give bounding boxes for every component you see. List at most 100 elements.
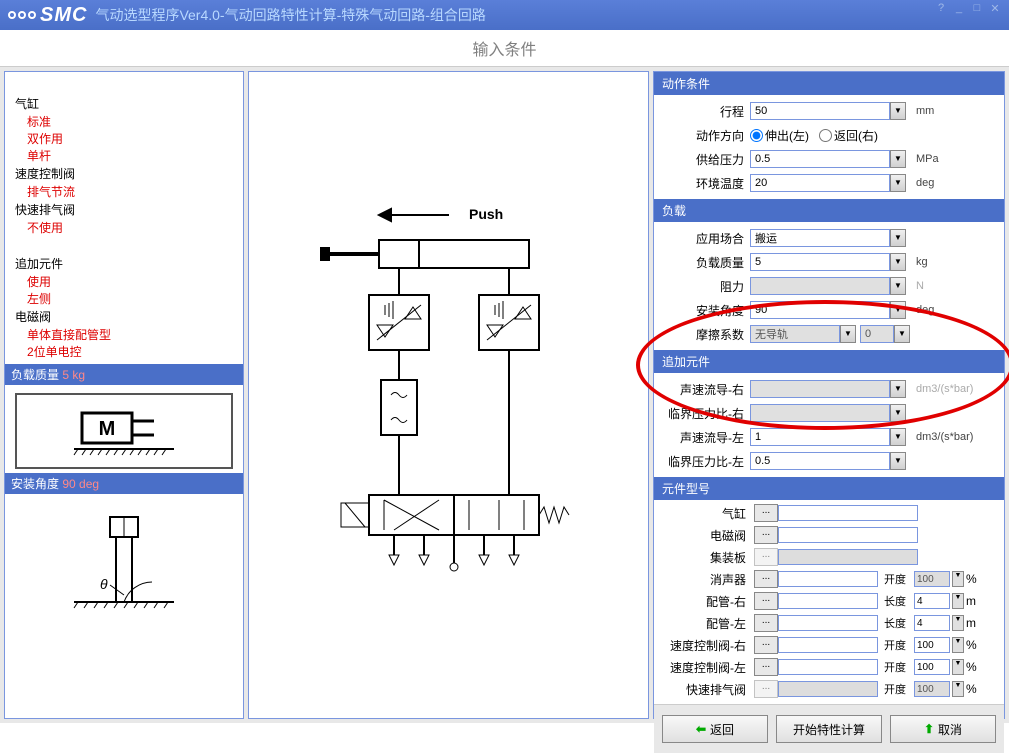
mass-input[interactable] <box>750 253 890 271</box>
temp-input[interactable] <box>750 174 890 192</box>
m-speed-r-label: 速度控制阀-右 <box>664 637 750 654</box>
temp-unit: deg <box>906 177 934 189</box>
tree-solenoid: 电磁阀 <box>15 307 233 326</box>
back-button[interactable]: ⬅ 返回 <box>662 715 768 743</box>
install-angle-header: 安装角度 90 deg <box>5 473 243 494</box>
crit-l-input[interactable] <box>750 452 890 470</box>
tree-speed-exhaust: 排气节流 <box>15 183 233 200</box>
m-quick-open-dd: ▼ <box>952 681 964 697</box>
tree-addon-use: 使用 <box>15 273 233 290</box>
m-solenoid-input[interactable] <box>778 527 918 543</box>
titlebar: SMC 气动选型程序Ver4.0-气动回路特性计算-特殊气动回路-组合回路 ? … <box>0 0 1009 30</box>
m-silencer-lookup[interactable]: ... <box>754 570 778 588</box>
maximize-icon[interactable]: □ <box>969 2 985 16</box>
m-speed-r-open-label: 开度 <box>884 637 912 653</box>
section-load: 负载 <box>654 199 1004 222</box>
section-action: 动作条件 <box>654 72 1004 95</box>
m-speed-l-input[interactable] <box>778 659 878 675</box>
m-pipe-r-len[interactable] <box>914 593 950 609</box>
app-dropdown[interactable]: ▼ <box>890 229 906 247</box>
radio-in[interactable]: 返回(右) <box>819 127 878 144</box>
pct4: % <box>966 682 977 696</box>
tree-solenoid-2pos: 2位单电控 <box>15 343 233 360</box>
tree-quick-exhaust: 快速排气阀 <box>15 200 233 219</box>
temp-label: 环境温度 <box>660 175 750 192</box>
calc-button[interactable]: 开始特性计算 <box>776 715 882 743</box>
circuit-diagram: Push <box>248 71 649 719</box>
m-speed-l-lookup[interactable]: ... <box>754 658 778 676</box>
m-pipe-r-input[interactable] <box>778 593 878 609</box>
m-cylinder-label: 气缸 <box>664 505 750 522</box>
m-pipe-l-lookup[interactable]: ... <box>754 614 778 632</box>
m-pipe-l-len-dd[interactable]: ▼ <box>952 615 964 631</box>
m-cylinder-input[interactable] <box>778 505 918 521</box>
sonic-r-label: 声速流导-右 <box>660 381 750 398</box>
friction-num <box>860 325 894 343</box>
m-pipe-l-input[interactable] <box>778 615 878 631</box>
m-pipe-l-len-label: 长度 <box>884 615 912 631</box>
supply-unit: MPa <box>906 153 939 165</box>
supply-dropdown[interactable]: ▼ <box>890 150 906 168</box>
m-silencer-label: 消声器 <box>664 571 750 588</box>
load-mass-header: 负载质量 5 kg <box>5 364 243 385</box>
crit-r-input <box>750 404 890 422</box>
stroke-input[interactable] <box>750 102 890 120</box>
cancel-button[interactable]: ⬆ 取消 <box>890 715 996 743</box>
stroke-label: 行程 <box>660 103 750 120</box>
angle-input[interactable] <box>750 301 890 319</box>
m-pipe-r-len-label: 长度 <box>884 593 912 609</box>
m-manifold-lookup[interactable]: ... <box>754 548 778 566</box>
app-label: 应用场合 <box>660 230 750 247</box>
m-silencer-input[interactable] <box>778 571 878 587</box>
angle-dropdown[interactable]: ▼ <box>890 301 906 319</box>
logo: SMC <box>8 4 87 27</box>
svg-text:M: M <box>99 418 116 440</box>
temp-dropdown[interactable]: ▼ <box>890 174 906 192</box>
m-quick-lookup[interactable]: ... <box>754 680 778 698</box>
m-manifold-input <box>778 549 918 565</box>
friction-dropdown: ▼ <box>840 325 856 343</box>
mass-unit: kg <box>906 256 928 268</box>
m-pipe-r-label: 配管-右 <box>664 593 750 610</box>
m-speed-l-open-dd[interactable]: ▼ <box>952 659 964 675</box>
m-cylinder-lookup[interactable]: ... <box>754 504 778 522</box>
m-pipe-l-len[interactable] <box>914 615 950 631</box>
m-pipe-l-label: 配管-左 <box>664 615 750 632</box>
friction-label: 摩擦系数 <box>660 326 750 343</box>
m-manifold-label: 集装板 <box>664 549 750 566</box>
tree-cylinder: 气缸 <box>15 94 233 113</box>
m-speed-l-open[interactable] <box>914 659 950 675</box>
sonic-r-input <box>750 380 890 398</box>
tree-addon: 追加元件 <box>15 254 233 273</box>
tree-solenoid-type: 单体直接配管型 <box>15 326 233 343</box>
m-speed-r-lookup[interactable]: ... <box>754 636 778 654</box>
tree-cylinder-double: 双作用 <box>15 130 233 147</box>
supply-input[interactable] <box>750 150 890 168</box>
angle-label: 安装角度 <box>660 302 750 319</box>
page-title: 输入条件 <box>0 30 1009 67</box>
mass-label: 负载质量 <box>660 254 750 271</box>
m-silencer-open-label: 开度 <box>884 571 912 587</box>
m-silencer-open-dd: ▼ <box>952 571 964 587</box>
app-input[interactable] <box>750 229 890 247</box>
crit-l-dropdown[interactable]: ▼ <box>890 452 906 470</box>
sonic-l-dropdown[interactable]: ▼ <box>890 428 906 446</box>
m-speed-r-open-dd[interactable]: ▼ <box>952 637 964 653</box>
right-panel: 动作条件 行程 ▼ mm 动作方向 伸出(左) 返回(右) 供给压力 ▼ MPa <box>653 71 1005 719</box>
tree-quick-none: 不使用 <box>15 219 233 236</box>
m-pipe-r-len-dd[interactable]: ▼ <box>952 593 964 609</box>
m-solenoid-lookup[interactable]: ... <box>754 526 778 544</box>
help-icon[interactable]: ? <box>933 2 949 16</box>
close-icon[interactable]: ✕ <box>987 2 1003 16</box>
m1: m <box>966 594 976 608</box>
pct3: % <box>966 660 977 674</box>
section-addon: 追加元件 <box>654 350 1004 373</box>
sonic-l-input[interactable] <box>750 428 890 446</box>
m-speed-r-input[interactable] <box>778 637 878 653</box>
stroke-dropdown[interactable]: ▼ <box>890 102 906 120</box>
minimize-icon[interactable]: _ <box>951 2 967 16</box>
radio-out[interactable]: 伸出(左) <box>750 127 809 144</box>
mass-dropdown[interactable]: ▼ <box>890 253 906 271</box>
m-speed-r-open[interactable] <box>914 637 950 653</box>
m-pipe-r-lookup[interactable]: ... <box>754 592 778 610</box>
